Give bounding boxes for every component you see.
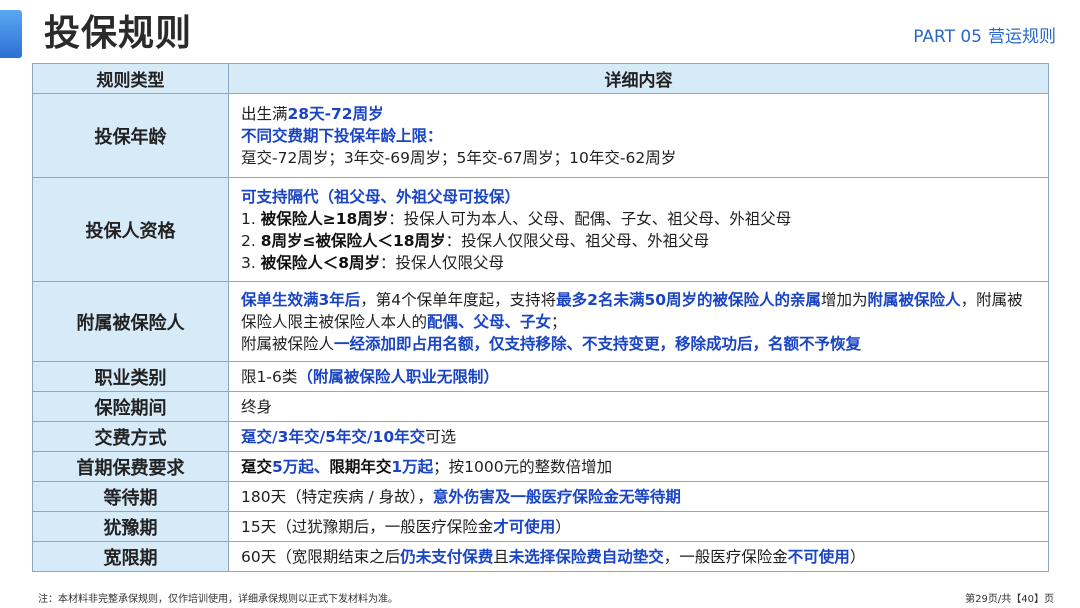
- text: 2.: [241, 231, 261, 250]
- highlight: 保单生效满3年后: [241, 290, 361, 309]
- highlight: 可支持隔代（祖父母、外祖父母可投保）: [241, 187, 521, 206]
- text: 180天（特定疾病 / 身故），: [241, 487, 433, 506]
- text: 15天（过犹豫期后，一般医疗保险金: [241, 517, 494, 536]
- text: 60天（宽限期结束之后: [241, 547, 401, 566]
- page-title: 投保规则: [44, 13, 193, 54]
- text: 附属被保险人: [241, 334, 335, 353]
- table-row: 等待期 180天（特定疾病 / 身故），意外伤害及一般医疗保险金无等待期: [32, 481, 1049, 512]
- row-content-waiting: 180天（特定疾病 / 身故），意外伤害及一般医疗保险金无等待期: [228, 481, 1049, 512]
- section-label: PART 05 营运规则: [913, 22, 1056, 47]
- part-number: PART 05: [913, 27, 982, 47]
- row-label-age: 投保年龄: [32, 93, 229, 178]
- highlight: 意外伤害及一般医疗保险金无等待期: [432, 487, 681, 506]
- row-label-grace: 犹豫期: [32, 511, 229, 542]
- row-content-payment: 趸交/3年交/5年交/10年交可选: [228, 421, 1049, 452]
- table-row: 投保人资格 可支持隔代（祖父母、外祖父母可投保） 1. 被保险人≥18周岁：投保…: [32, 177, 1049, 282]
- row-label-period: 保险期间: [32, 391, 229, 422]
- emphasis: 趸交: [241, 457, 273, 476]
- text: ）: [849, 547, 866, 566]
- table-row: 犹豫期 15天（过犹豫期后，一般医疗保险金才可使用）: [32, 511, 1049, 542]
- emphasis: 被保险人≥18周岁: [260, 209, 389, 228]
- highlight: 一经添加即占用名额，仅支持移除、不支持变更，移除成功后，名额不予恢复: [334, 334, 862, 353]
- highlight: 仍未支付保费: [400, 547, 494, 566]
- row-content-premium: 趸交5万起、限期年交1万起；按1000元的整数倍增加: [228, 451, 1049, 482]
- text: 可选: [425, 427, 457, 446]
- footnote: 注：本材料非完整承保规则，仅作培训使用，详细承保规则以正式下发材料为准。: [38, 594, 398, 605]
- text: ）: [555, 517, 571, 536]
- highlight: 不可使用: [787, 547, 850, 566]
- part-name: 营运规则: [988, 27, 1056, 47]
- text: ：投保人可为本人、父母、配偶、子女、祖父母、外祖父母: [388, 209, 792, 228]
- row-label-premium: 首期保费要求: [32, 451, 229, 482]
- row-content-attached: 保单生效满3年后，第4个保单年度起，支持将最多2名未满50周岁的被保险人的亲属增…: [228, 281, 1049, 362]
- text: ；按1000元的整数倍增加: [433, 457, 613, 476]
- text: 终身: [241, 397, 273, 416]
- text: 限1-6类: [241, 367, 298, 386]
- row-label-occupation: 职业类别: [32, 361, 229, 392]
- row-content-holder: 可支持隔代（祖父母、外祖父母可投保） 1. 被保险人≥18周岁：投保人可为本人、…: [228, 177, 1049, 282]
- highlight: 趸交/3年交/5年交/10年交: [241, 427, 426, 446]
- table-row: 投保年龄 出生满28天-72周岁 不同交费期下投保年龄上限： 趸交-72周岁；3…: [32, 93, 1049, 178]
- row-label-waiting: 等待期: [32, 481, 229, 512]
- table-row: 首期保费要求 趸交5万起、限期年交1万起；按1000元的整数倍增加: [32, 451, 1049, 482]
- text: ：投保人仅限父母: [380, 253, 505, 272]
- highlight: 未选择保险费自动垫交: [508, 547, 664, 566]
- text: 且: [493, 547, 509, 566]
- highlight: 28天-72周岁: [287, 104, 384, 123]
- row-label-attached: 附属被保险人: [32, 281, 229, 362]
- table-row: 附属被保险人 保单生效满3年后，第4个保单年度起，支持将最多2名未满50周岁的被…: [32, 281, 1049, 362]
- highlight: 配偶、父母、子女: [427, 312, 552, 331]
- highlight: 5万起: [272, 457, 314, 476]
- highlight: 1万起: [391, 457, 434, 476]
- table-row: 宽限期 60天（宽限期结束之后仍未支付保费且未选择保险费自动垫交，一般医疗保险金…: [32, 541, 1049, 572]
- text: ，第4个保单年度起，支持将: [360, 290, 557, 309]
- row-content-occupation: 限1-6类（附属被保险人职业无限制）: [228, 361, 1049, 392]
- text: ；: [551, 312, 567, 331]
- row-label-holder: 投保人资格: [32, 177, 229, 282]
- text: 1.: [241, 209, 261, 228]
- row-content-extend: 60天（宽限期结束之后仍未支付保费且未选择保险费自动垫交，一般医疗保险金不可使用…: [228, 541, 1049, 572]
- text: 3.: [241, 253, 261, 272]
- text: ，一般医疗保险金: [663, 547, 788, 566]
- table-header-row: 规则类型 详细内容: [32, 63, 1049, 94]
- text: 趸交-72周岁；3年交-69周岁；5年交-67周岁；10年交-62周岁: [241, 148, 677, 167]
- row-label-payment: 交费方式: [32, 421, 229, 452]
- header-rule-type: 规则类型: [32, 63, 229, 94]
- emphasis: 8周岁≤被保险人＜18周岁: [260, 231, 446, 250]
- highlight: 不同交费期下投保年龄上限：: [241, 126, 443, 145]
- title-accent-bar: [0, 10, 22, 58]
- emphasis: 限期年交: [329, 457, 392, 476]
- row-content-period: 终身: [228, 391, 1049, 422]
- table-row: 职业类别 限1-6类（附属被保险人职业无限制）: [32, 361, 1049, 392]
- text: ：投保人仅限父母、祖父母、外祖父母: [445, 231, 710, 250]
- emphasis: 被保险人＜8周岁: [260, 253, 381, 272]
- row-content-grace: 15天（过犹豫期后，一般医疗保险金才可使用）: [228, 511, 1049, 542]
- header-detail: 详细内容: [228, 63, 1049, 94]
- rules-table: 规则类型 详细内容 投保年龄 出生满28天-72周岁 不同交费期下投保年龄上限：…: [32, 63, 1049, 572]
- page-number: 第29页/共【40】页: [965, 594, 1054, 605]
- row-label-extend: 宽限期: [32, 541, 229, 572]
- table-row: 交费方式 趸交/3年交/5年交/10年交可选: [32, 421, 1049, 452]
- highlight: （附属被保险人职业无限制）: [297, 367, 499, 386]
- highlight: 才可使用: [493, 517, 556, 536]
- highlight: 最多2名未满50周岁的被保险人的亲属: [556, 290, 822, 309]
- table-row: 保险期间 终身: [32, 391, 1049, 422]
- highlight: 附属被保险人: [867, 290, 961, 309]
- highlight: 、: [313, 457, 330, 476]
- text: 出生满: [241, 104, 288, 123]
- row-content-age: 出生满28天-72周岁 不同交费期下投保年龄上限： 趸交-72周岁；3年交-69…: [228, 93, 1049, 178]
- text: 增加为: [821, 290, 868, 309]
